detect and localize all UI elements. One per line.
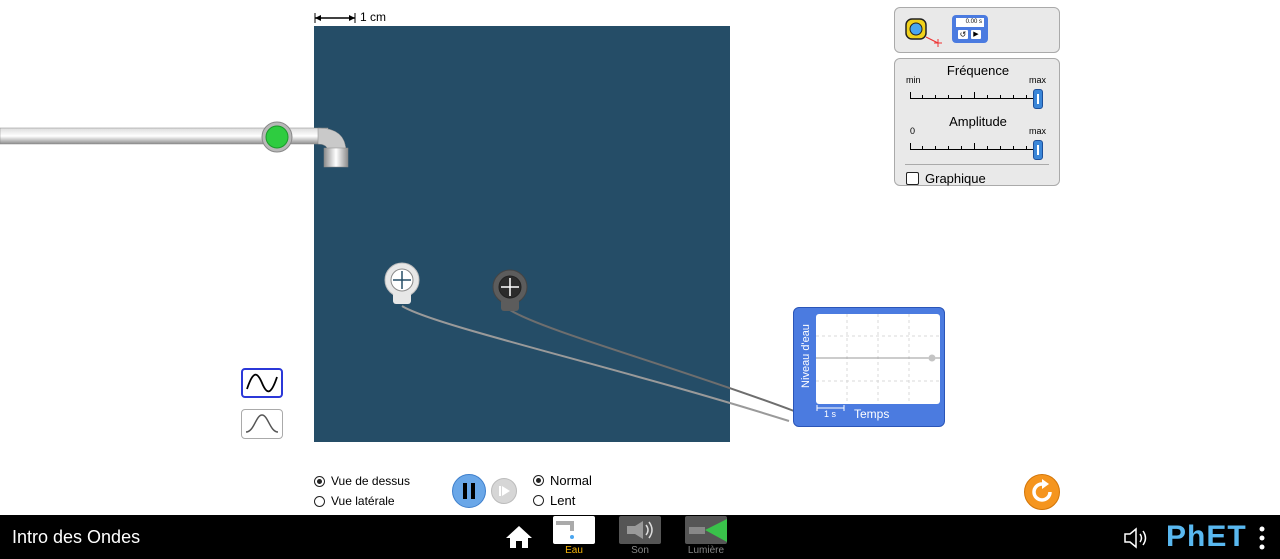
- stopwatch-reset-icon: ↺: [958, 30, 968, 39]
- pause-icon: [463, 483, 475, 499]
- phet-logo[interactable]: PhET: [1166, 520, 1247, 554]
- view-option-side[interactable]: Vue latérale: [314, 494, 395, 508]
- screen-tab-sound[interactable]: Son: [618, 515, 662, 556]
- screen-label-light: Lumière: [687, 545, 725, 556]
- speed-option-normal[interactable]: Normal: [533, 473, 592, 488]
- amplitude-max-label: max: [1029, 126, 1047, 136]
- graph-y-label: Niveau d'eau: [800, 324, 812, 388]
- screen-tab-light[interactable]: Lumière: [684, 515, 728, 556]
- tools-panel: 0.00 s ↺ ▶: [894, 7, 1060, 53]
- speed-normal-radio[interactable]: [533, 475, 544, 486]
- play-pause-button[interactable]: [452, 474, 486, 508]
- speed-slow-label: Lent: [550, 493, 576, 508]
- sound-screen-icon: [619, 516, 661, 544]
- water-area: [314, 26, 795, 442]
- frequency-min-label: min: [906, 75, 921, 85]
- probe-wires: [401, 305, 795, 422]
- view-side-radio[interactable]: [314, 495, 325, 507]
- frequency-max-label: max: [1029, 75, 1047, 85]
- measuring-tape-icon[interactable]: [904, 15, 944, 47]
- speaker-icon[interactable]: [1122, 527, 1152, 549]
- panel-divider: [905, 164, 1049, 165]
- app-title: Intro des Ondes: [12, 527, 141, 547]
- screen-label-water: Eau: [565, 545, 583, 556]
- graph-grid: [816, 314, 940, 404]
- speed-slow-radio[interactable]: [533, 495, 544, 506]
- view-top-radio[interactable]: [314, 475, 325, 487]
- reset-all-button[interactable]: [1024, 474, 1060, 510]
- light-screen-icon: [685, 516, 727, 544]
- graph-checkbox[interactable]: [906, 172, 919, 185]
- stopwatch-readout: 0.00 s: [956, 18, 984, 27]
- amplitude-min-label: 0: [910, 126, 916, 136]
- navigation-bar: Intro des Ondes Eau Son Lumière PhET: [0, 515, 1280, 559]
- stopwatch-icon[interactable]: 0.00 s ↺ ▶: [952, 15, 988, 43]
- stopwatch-play-icon: ▶: [971, 30, 981, 39]
- water-probe-light[interactable]: [384, 262, 420, 306]
- frequency-slider-track[interactable]: [910, 89, 1043, 109]
- graph-checkbox-label: Graphique: [925, 171, 986, 186]
- frequency-slider-thumb[interactable]: [1033, 89, 1043, 109]
- view-top-label: Vue de dessus: [331, 474, 410, 488]
- screen-label-sound: Son: [631, 545, 649, 556]
- scale-indicator: 1 cm: [314, 10, 424, 26]
- graph-time-unit: 1 s: [824, 409, 837, 419]
- wave-control-panel: Fréquence min max Amplitude 0 max Graphi…: [894, 58, 1060, 186]
- step-forward-button[interactable]: [491, 478, 517, 504]
- kebab-menu-icon[interactable]: [1256, 525, 1268, 551]
- water-level-graph[interactable]: Niveau d'eau 1 s Temps: [793, 307, 945, 427]
- faucet-pipe: [0, 127, 349, 168]
- amplitude-slider-thumb[interactable]: [1033, 140, 1043, 160]
- scale-bar: [314, 13, 356, 23]
- speed-option-slow[interactable]: Lent: [533, 493, 575, 508]
- graph-trace-point: [928, 354, 936, 362]
- screen-tab-water[interactable]: Eau: [552, 515, 596, 556]
- graph-plot-area: [816, 314, 940, 404]
- water-probe-dark[interactable]: [492, 269, 528, 313]
- water-screen-icon: [553, 516, 595, 544]
- pulse-icon: [245, 414, 279, 433]
- home-icon[interactable]: [505, 525, 533, 549]
- scale-label: 1 cm: [360, 10, 387, 24]
- pulse-wave-button[interactable]: [241, 409, 283, 439]
- graph-x-label: Temps: [854, 407, 890, 421]
- step-forward-icon: [499, 486, 510, 496]
- continuous-wave-button[interactable]: [241, 368, 283, 398]
- reset-all-icon: [1032, 479, 1052, 502]
- view-option-top[interactable]: Vue de dessus: [314, 474, 410, 488]
- graph-checkbox-row[interactable]: Graphique: [906, 171, 986, 186]
- faucet-button[interactable]: [261, 121, 293, 153]
- speed-normal-label: Normal: [550, 473, 592, 488]
- sine-wave-icon: [246, 373, 278, 393]
- amplitude-slider-track[interactable]: [910, 140, 1043, 160]
- view-side-label: Vue latérale: [331, 494, 395, 508]
